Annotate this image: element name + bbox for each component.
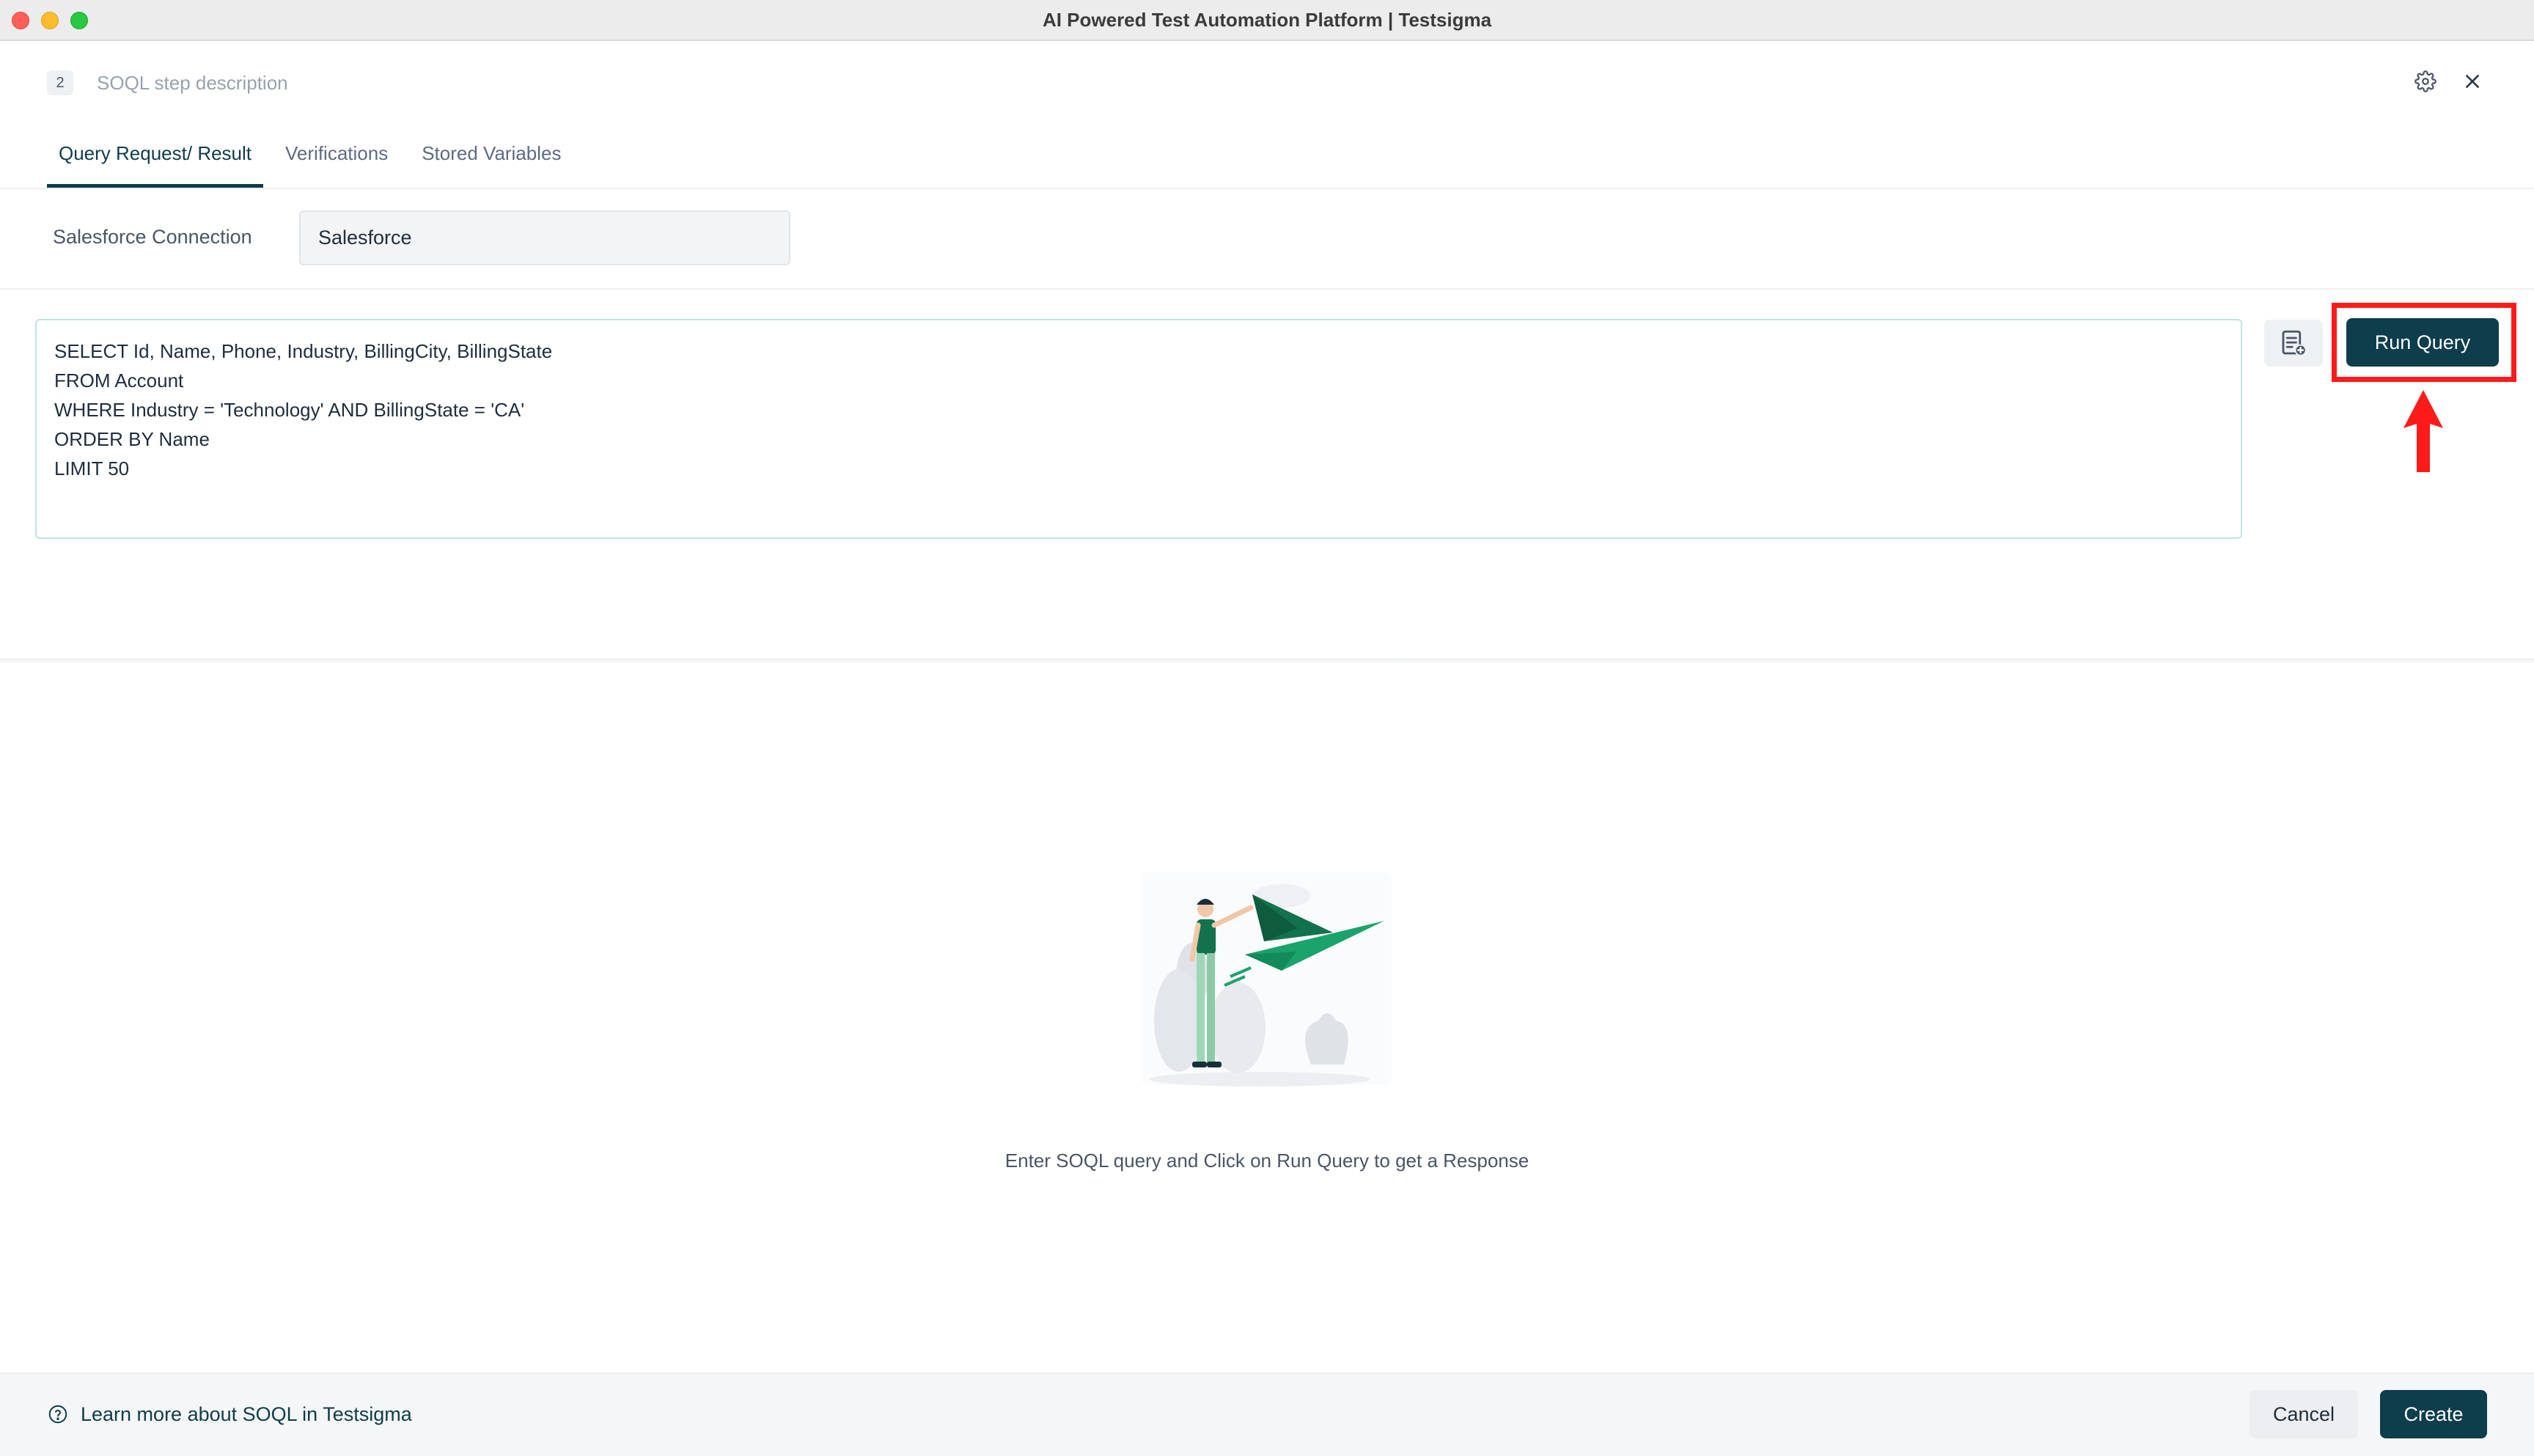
salesforce-connection-field[interactable]: Salesforce bbox=[299, 210, 790, 265]
settings-button[interactable] bbox=[2409, 65, 2442, 98]
connection-divider bbox=[0, 288, 2534, 290]
soql-query-editor[interactable]: SELECT Id, Name, Phone, Industry, Billin… bbox=[35, 319, 2242, 539]
tab-stored-variables[interactable]: Stored Variables bbox=[410, 130, 573, 188]
query-template-icon bbox=[2282, 330, 2307, 356]
panel-split bbox=[0, 658, 2534, 664]
query-template-button[interactable] bbox=[2264, 320, 2323, 367]
close-icon bbox=[2466, 75, 2479, 88]
query-line: FROM Account bbox=[54, 369, 184, 391]
learn-more-soql-link[interactable]: Learn more about SOQL in Testsigma bbox=[81, 1403, 412, 1426]
window-titlebar: AI Powered Test Automation Platform | Te… bbox=[0, 0, 2534, 41]
cancel-button[interactable]: Cancel bbox=[2250, 1390, 2358, 1438]
gear-icon bbox=[2414, 70, 2436, 92]
tab-verifications[interactable]: Verifications bbox=[273, 130, 400, 188]
tab-query-request-result[interactable]: Query Request/ Result bbox=[47, 130, 264, 188]
paper-plane-illustration-icon bbox=[1142, 872, 1392, 1087]
question-circle-icon bbox=[48, 1405, 67, 1424]
step-number-badge: 2 bbox=[47, 70, 73, 95]
close-button[interactable] bbox=[2456, 65, 2489, 98]
query-line: ORDER BY Name bbox=[54, 428, 210, 450]
query-line: WHERE Industry = 'Technology' AND Billin… bbox=[54, 399, 525, 421]
empty-state-message: Enter SOQL query and Click on Run Query … bbox=[1005, 1150, 1529, 1172]
query-line: SELECT Id, Name, Phone, Industry, Billin… bbox=[54, 340, 553, 362]
query-line: LIMIT 50 bbox=[54, 457, 130, 479]
step-description[interactable]: SOQL step description bbox=[97, 70, 288, 95]
red-up-arrow-icon bbox=[2403, 390, 2443, 472]
tab-bar: Query Request/ Result Verifications Stor… bbox=[47, 130, 584, 188]
create-button[interactable]: Create bbox=[2380, 1390, 2487, 1438]
tabs-divider bbox=[0, 188, 2534, 189]
window-title: AI Powered Test Automation Platform | Te… bbox=[1042, 9, 1492, 31]
run-query-button[interactable]: Run Query bbox=[2346, 318, 2499, 367]
salesforce-connection-label: Salesforce Connection bbox=[53, 226, 252, 248]
